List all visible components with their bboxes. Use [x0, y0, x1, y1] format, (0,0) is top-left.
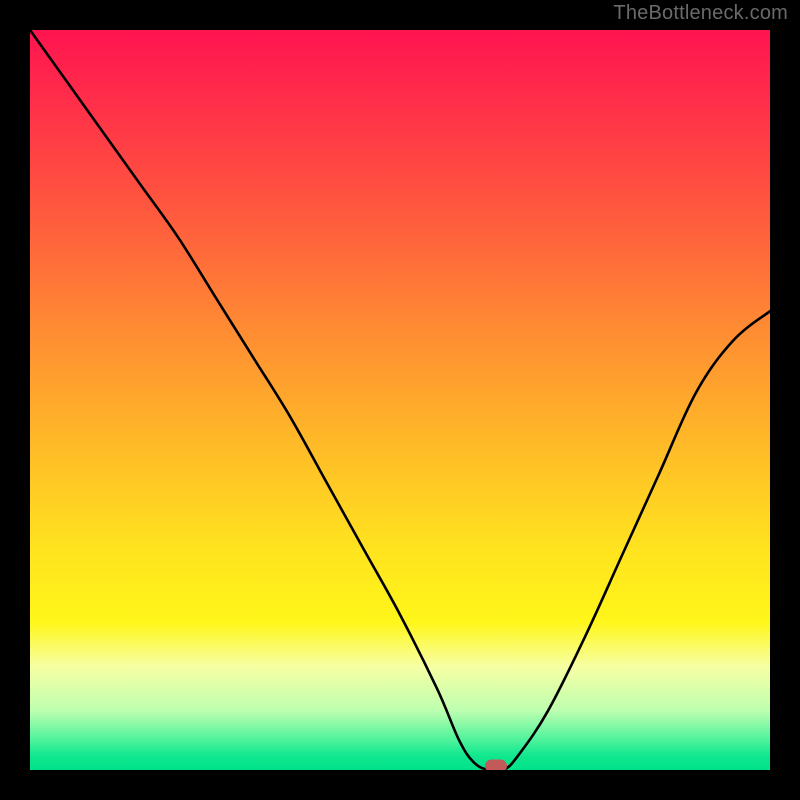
chart-frame: TheBottleneck.com: [0, 0, 800, 800]
watermark-text: TheBottleneck.com: [613, 2, 788, 25]
bottleneck-curve: [30, 30, 770, 770]
plot-area: [30, 30, 770, 770]
optimum-marker: [485, 760, 507, 770]
